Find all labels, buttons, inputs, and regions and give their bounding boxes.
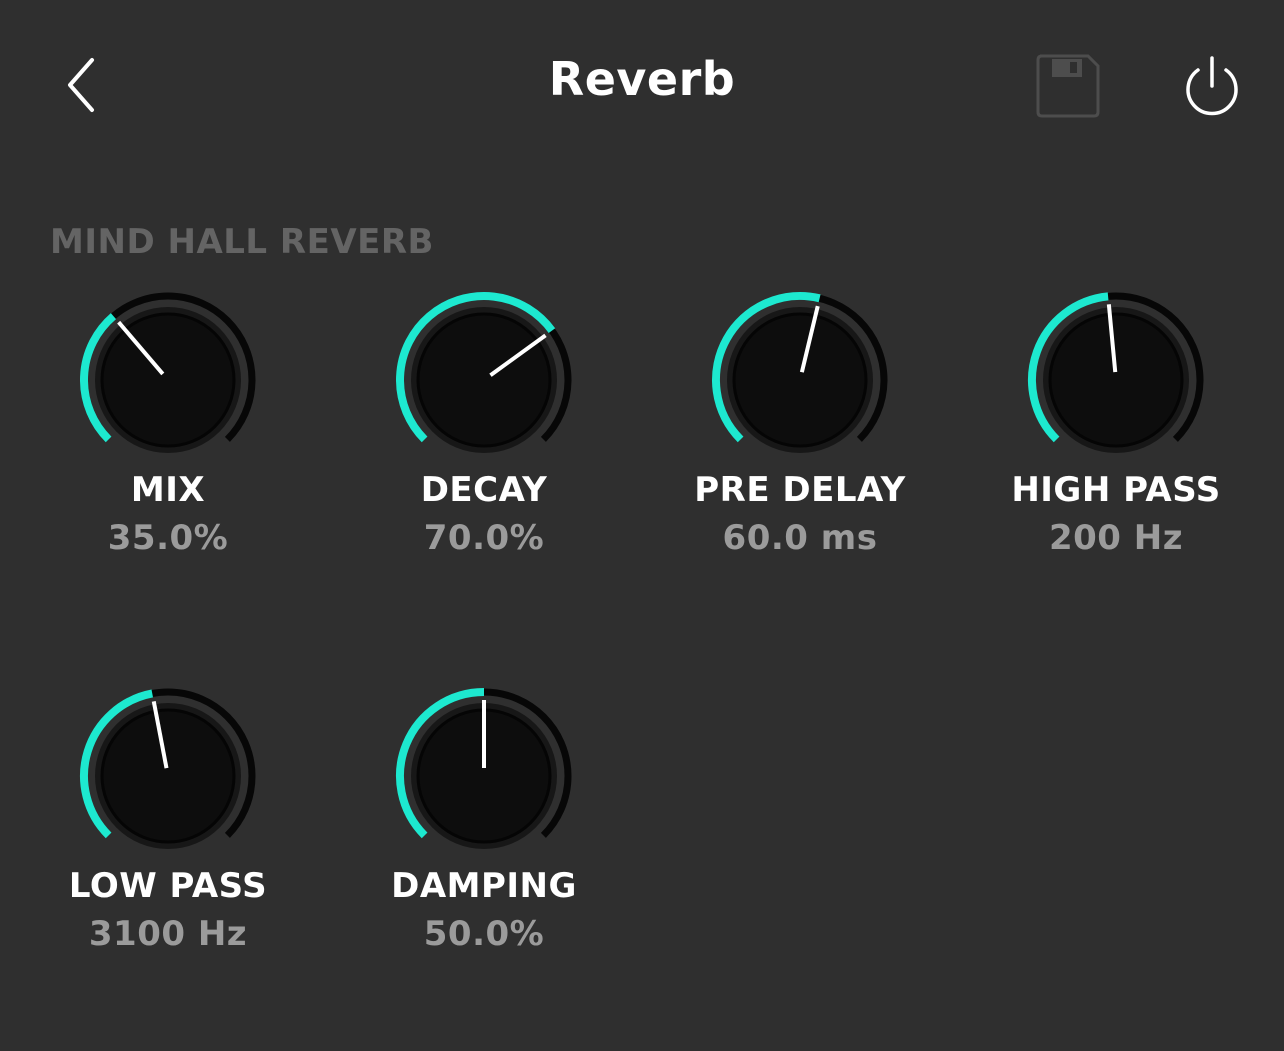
knob-label: HIGH PASS <box>1011 470 1221 510</box>
knob-value: 200 Hz <box>1048 518 1184 558</box>
knob-low-pass-dial[interactable] <box>78 686 258 866</box>
knob-body <box>732 312 868 448</box>
knob-value: 70.0% <box>423 518 545 558</box>
knob-pre-delay-dial[interactable] <box>710 290 890 470</box>
knob-label: LOW PASS <box>68 866 268 906</box>
knob-body <box>416 312 552 448</box>
knob-body <box>100 312 236 448</box>
knob-label: DAMPING <box>391 866 577 906</box>
save-preset-button[interactable] <box>1032 50 1104 122</box>
knob-body <box>100 708 236 844</box>
power-button[interactable] <box>1176 52 1248 124</box>
knob-value: 50.0% <box>423 914 545 954</box>
knob-label: MIX <box>130 470 206 510</box>
section-title: MIND HALL REVERB <box>50 222 434 262</box>
knob-value: 35.0% <box>107 518 229 558</box>
knob-decay-dial[interactable] <box>394 290 574 470</box>
knob-pre-delay: PRE DELAY 60.0 ms <box>650 290 950 558</box>
knob-high-pass: HIGH PASS 200 Hz <box>966 290 1266 558</box>
knob-label: DECAY <box>420 470 548 510</box>
knob-high-pass-dial[interactable] <box>1026 290 1206 470</box>
knob-damping-dial[interactable] <box>394 686 574 866</box>
knob-low-pass: LOW PASS 3100 Hz <box>18 686 318 954</box>
knob-decay: DECAY 70.0% <box>334 290 634 558</box>
knob-value: 60.0 ms <box>722 518 878 558</box>
header: Reverb <box>0 0 1284 170</box>
floppy-disk-icon <box>1036 54 1100 118</box>
knob-body <box>1048 312 1184 448</box>
knob-value: 3100 Hz <box>88 914 248 954</box>
knob-label: PRE DELAY <box>694 470 906 510</box>
knob-damping: DAMPING 50.0% <box>334 686 634 954</box>
power-icon <box>1186 56 1238 116</box>
chevron-left-icon <box>68 58 94 112</box>
knob-mix: MIX 35.0% <box>18 290 318 558</box>
back-button[interactable] <box>52 50 112 120</box>
knob-mix-dial[interactable] <box>78 290 258 470</box>
